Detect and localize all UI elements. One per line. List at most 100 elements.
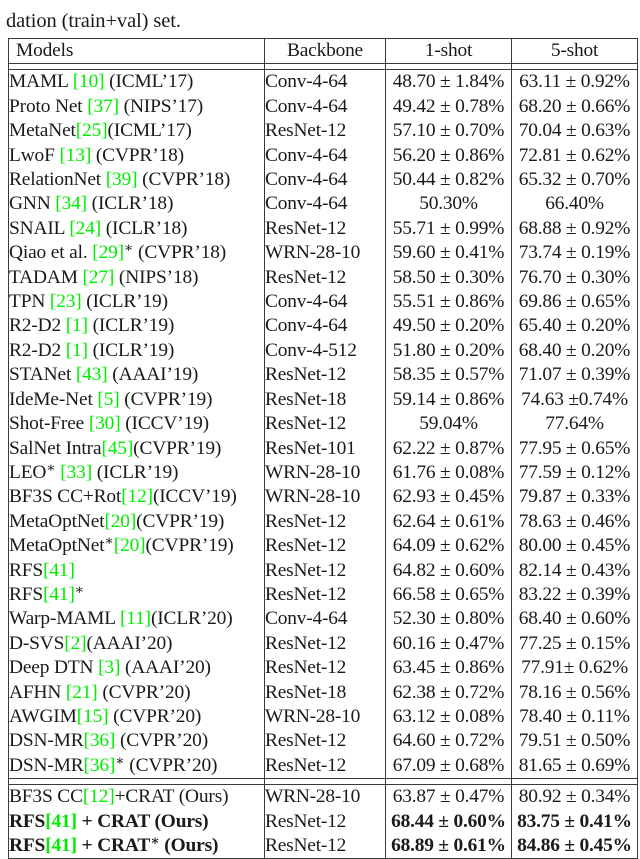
citation-ref[interactable]: [1] bbox=[66, 340, 88, 361]
cell-1shot-accuracy: 56.20 ± 0.86% bbox=[386, 144, 512, 168]
table-row: MetaOptNet∗[20](CVPR’19)ResNet-1264.09 ±… bbox=[9, 534, 638, 558]
cell-5shot-accuracy: 68.88 ± 0.92% bbox=[512, 217, 638, 241]
citation-ref[interactable]: [30] bbox=[89, 413, 121, 434]
table-row: RFS[41] + CRAT∗ (Ours)ResNet-1268.89 ± 0… bbox=[9, 834, 638, 859]
citation-ref[interactable]: [10] bbox=[73, 71, 105, 92]
cell-model-name: BF3S CC+Rot[12](ICCV’19) bbox=[9, 485, 265, 509]
citation-ref[interactable]: [36] bbox=[84, 755, 116, 776]
cell-model-name: Warp-MAML [11](ICLR’20) bbox=[9, 607, 265, 631]
citation-ref[interactable]: [41] bbox=[43, 560, 75, 581]
citation-ref[interactable]: [5] bbox=[97, 389, 119, 410]
citation-ref[interactable]: [37] bbox=[87, 96, 119, 117]
citation-ref[interactable]: [1] bbox=[66, 315, 88, 336]
cell-5shot-accuracy: 79.87 ± 0.33% bbox=[512, 485, 638, 509]
table-body: MAML [10] (ICML’17)Conv-4-6448.70 ± 1.84… bbox=[9, 64, 638, 859]
citation-ref[interactable]: [45] bbox=[101, 438, 133, 459]
cell-1shot-accuracy: 64.60 ± 0.72% bbox=[386, 729, 512, 753]
cell-1shot-accuracy: 64.09 ± 0.62% bbox=[386, 534, 512, 558]
cell-1shot-accuracy: 68.44 ± 0.60% bbox=[386, 810, 512, 834]
table-row: Proto Net [37] (NIPS’17)Conv-4-6449.42 ±… bbox=[9, 95, 638, 119]
cell-model-name: GNN [34] (ICLR’18) bbox=[9, 192, 265, 216]
citation-ref[interactable]: [27] bbox=[83, 267, 115, 288]
cell-model-name: R2-D2 [1] (ICLR’19) bbox=[9, 314, 265, 338]
cell-model-name: TPN [23] (ICLR’19) bbox=[9, 290, 265, 314]
citation-ref[interactable]: [15] bbox=[77, 706, 109, 727]
citation-ref[interactable]: [12] bbox=[83, 786, 115, 807]
table-row: LEO∗ [33] (ICLR’19)WRN-28-1061.76 ± 0.08… bbox=[9, 461, 638, 485]
citation-ref[interactable]: [21] bbox=[66, 682, 98, 703]
column-header-1shot: 1-shot bbox=[386, 39, 512, 64]
citation-ref[interactable]: [33] bbox=[60, 462, 92, 483]
citation-ref[interactable]: [20] bbox=[114, 535, 146, 556]
cell-1shot-accuracy: 64.82 ± 0.60% bbox=[386, 559, 512, 583]
cell-model-name: RFS[41] + CRAT (Ours) bbox=[9, 810, 265, 834]
cell-5shot-accuracy: 65.32 ± 0.70% bbox=[512, 168, 638, 192]
cell-5shot-accuracy: 80.92 ± 0.34% bbox=[512, 785, 638, 810]
table-row: Shot-Free [30] (ICCV’19)ResNet-1259.04%7… bbox=[9, 412, 638, 436]
cell-1shot-accuracy: 58.50 ± 0.30% bbox=[386, 266, 512, 290]
cell-model-name: RFS[41] bbox=[9, 559, 265, 583]
cell-1shot-accuracy: 62.22 ± 0.87% bbox=[386, 437, 512, 461]
cell-backbone: ResNet-12 bbox=[265, 412, 386, 436]
cell-backbone: WRN-28-10 bbox=[265, 705, 386, 729]
citation-ref[interactable]: [36] bbox=[84, 730, 116, 751]
table-row: STANet [43] (AAAI’19)ResNet-1258.35 ± 0.… bbox=[9, 363, 638, 387]
cell-1shot-accuracy: 55.71 ± 0.99% bbox=[386, 217, 512, 241]
citation-ref[interactable]: [20] bbox=[104, 511, 136, 532]
cell-backbone: ResNet-12 bbox=[265, 632, 386, 656]
cell-model-name: STANet [43] (AAAI’19) bbox=[9, 363, 265, 387]
citation-ref[interactable]: [3] bbox=[98, 657, 120, 678]
cell-1shot-accuracy: 59.14 ± 0.86% bbox=[386, 388, 512, 412]
table-row: MetaNet[25](ICML’17)ResNet-1257.10 ± 0.7… bbox=[9, 119, 638, 143]
citation-ref[interactable]: [29] bbox=[92, 242, 124, 263]
cell-backbone: ResNet-12 bbox=[265, 363, 386, 387]
citation-ref[interactable]: [2] bbox=[64, 633, 86, 654]
cell-backbone: ResNet-12 bbox=[265, 810, 386, 834]
cell-1shot-accuracy: 58.35 ± 0.57% bbox=[386, 363, 512, 387]
cell-model-name: AWGIM[15] (CVPR’20) bbox=[9, 705, 265, 729]
citation-ref[interactable]: [13] bbox=[59, 145, 91, 166]
cell-model-name: LwoF [13] (CVPR’18) bbox=[9, 144, 265, 168]
citation-ref[interactable]: [23] bbox=[50, 291, 82, 312]
cell-1shot-accuracy: 62.38 ± 0.72% bbox=[386, 681, 512, 705]
table-header: Models Backbone 1-shot 5-shot bbox=[9, 39, 638, 64]
cell-1shot-accuracy: 57.10 ± 0.70% bbox=[386, 119, 512, 143]
citation-ref[interactable]: [34] bbox=[55, 193, 87, 214]
citation-ref[interactable]: [39] bbox=[106, 169, 138, 190]
table-row: AWGIM[15] (CVPR’20)WRN-28-1063.12 ± 0.08… bbox=[9, 705, 638, 729]
table-row: TADAM [27] (NIPS’18)ResNet-1258.50 ± 0.3… bbox=[9, 266, 638, 290]
citation-ref[interactable]: [12] bbox=[121, 486, 153, 507]
cell-backbone: ResNet-12 bbox=[265, 834, 386, 859]
cell-backbone: WRN-28-10 bbox=[265, 461, 386, 485]
citation-ref[interactable]: [41] bbox=[45, 811, 77, 832]
table-row: R2-D2 [1] (ICLR’19)Conv-4-6449.50 ± 0.20… bbox=[9, 314, 638, 338]
cell-1shot-accuracy: 63.45 ± 0.86% bbox=[386, 656, 512, 680]
table-row: BF3S CC+Rot[12](ICCV’19)WRN-28-1062.93 ±… bbox=[9, 485, 638, 509]
table-row: Qiao et al. [29]∗ (CVPR’18)WRN-28-1059.6… bbox=[9, 241, 638, 265]
citation-ref[interactable]: [25] bbox=[76, 120, 108, 141]
cell-model-name: BF3S CC[12]+CRAT (Ours) bbox=[9, 785, 265, 810]
column-header-backbone: Backbone bbox=[265, 39, 386, 64]
cell-model-name: MAML [10] (ICML’17) bbox=[9, 70, 265, 95]
cell-5shot-accuracy: 69.86 ± 0.65% bbox=[512, 290, 638, 314]
cell-model-name: IdeMe-Net [5] (CVPR’19) bbox=[9, 388, 265, 412]
cell-5shot-accuracy: 71.07 ± 0.39% bbox=[512, 363, 638, 387]
cell-model-name: DSN-MR[36]∗ (CVPR’20) bbox=[9, 754, 265, 779]
citation-ref[interactable]: [24] bbox=[69, 218, 101, 239]
table-row: RelationNet [39] (CVPR’18)Conv-4-6450.44… bbox=[9, 168, 638, 192]
citation-ref[interactable]: [41] bbox=[43, 584, 75, 605]
citation-ref[interactable]: [41] bbox=[45, 835, 77, 856]
cell-backbone: ResNet-12 bbox=[265, 656, 386, 680]
cell-1shot-accuracy: 52.30 ± 0.80% bbox=[386, 607, 512, 631]
citation-ref[interactable]: [43] bbox=[76, 364, 108, 385]
cell-5shot-accuracy: 77.25 ± 0.15% bbox=[512, 632, 638, 656]
cell-model-name: AFHN [21] (CVPR’20) bbox=[9, 681, 265, 705]
cutoff-text-strip: , , , , , , , , , , , , , , bbox=[6, 0, 634, 7]
cell-backbone: Conv-4-64 bbox=[265, 290, 386, 314]
citation-ref[interactable]: [11] bbox=[120, 608, 151, 629]
cell-backbone: ResNet-18 bbox=[265, 388, 386, 412]
cell-5shot-accuracy: 81.65 ± 0.69% bbox=[512, 754, 638, 779]
cell-backbone: Conv-4-64 bbox=[265, 144, 386, 168]
cell-backbone: Conv-4-64 bbox=[265, 607, 386, 631]
cell-5shot-accuracy: 79.51 ± 0.50% bbox=[512, 729, 638, 753]
